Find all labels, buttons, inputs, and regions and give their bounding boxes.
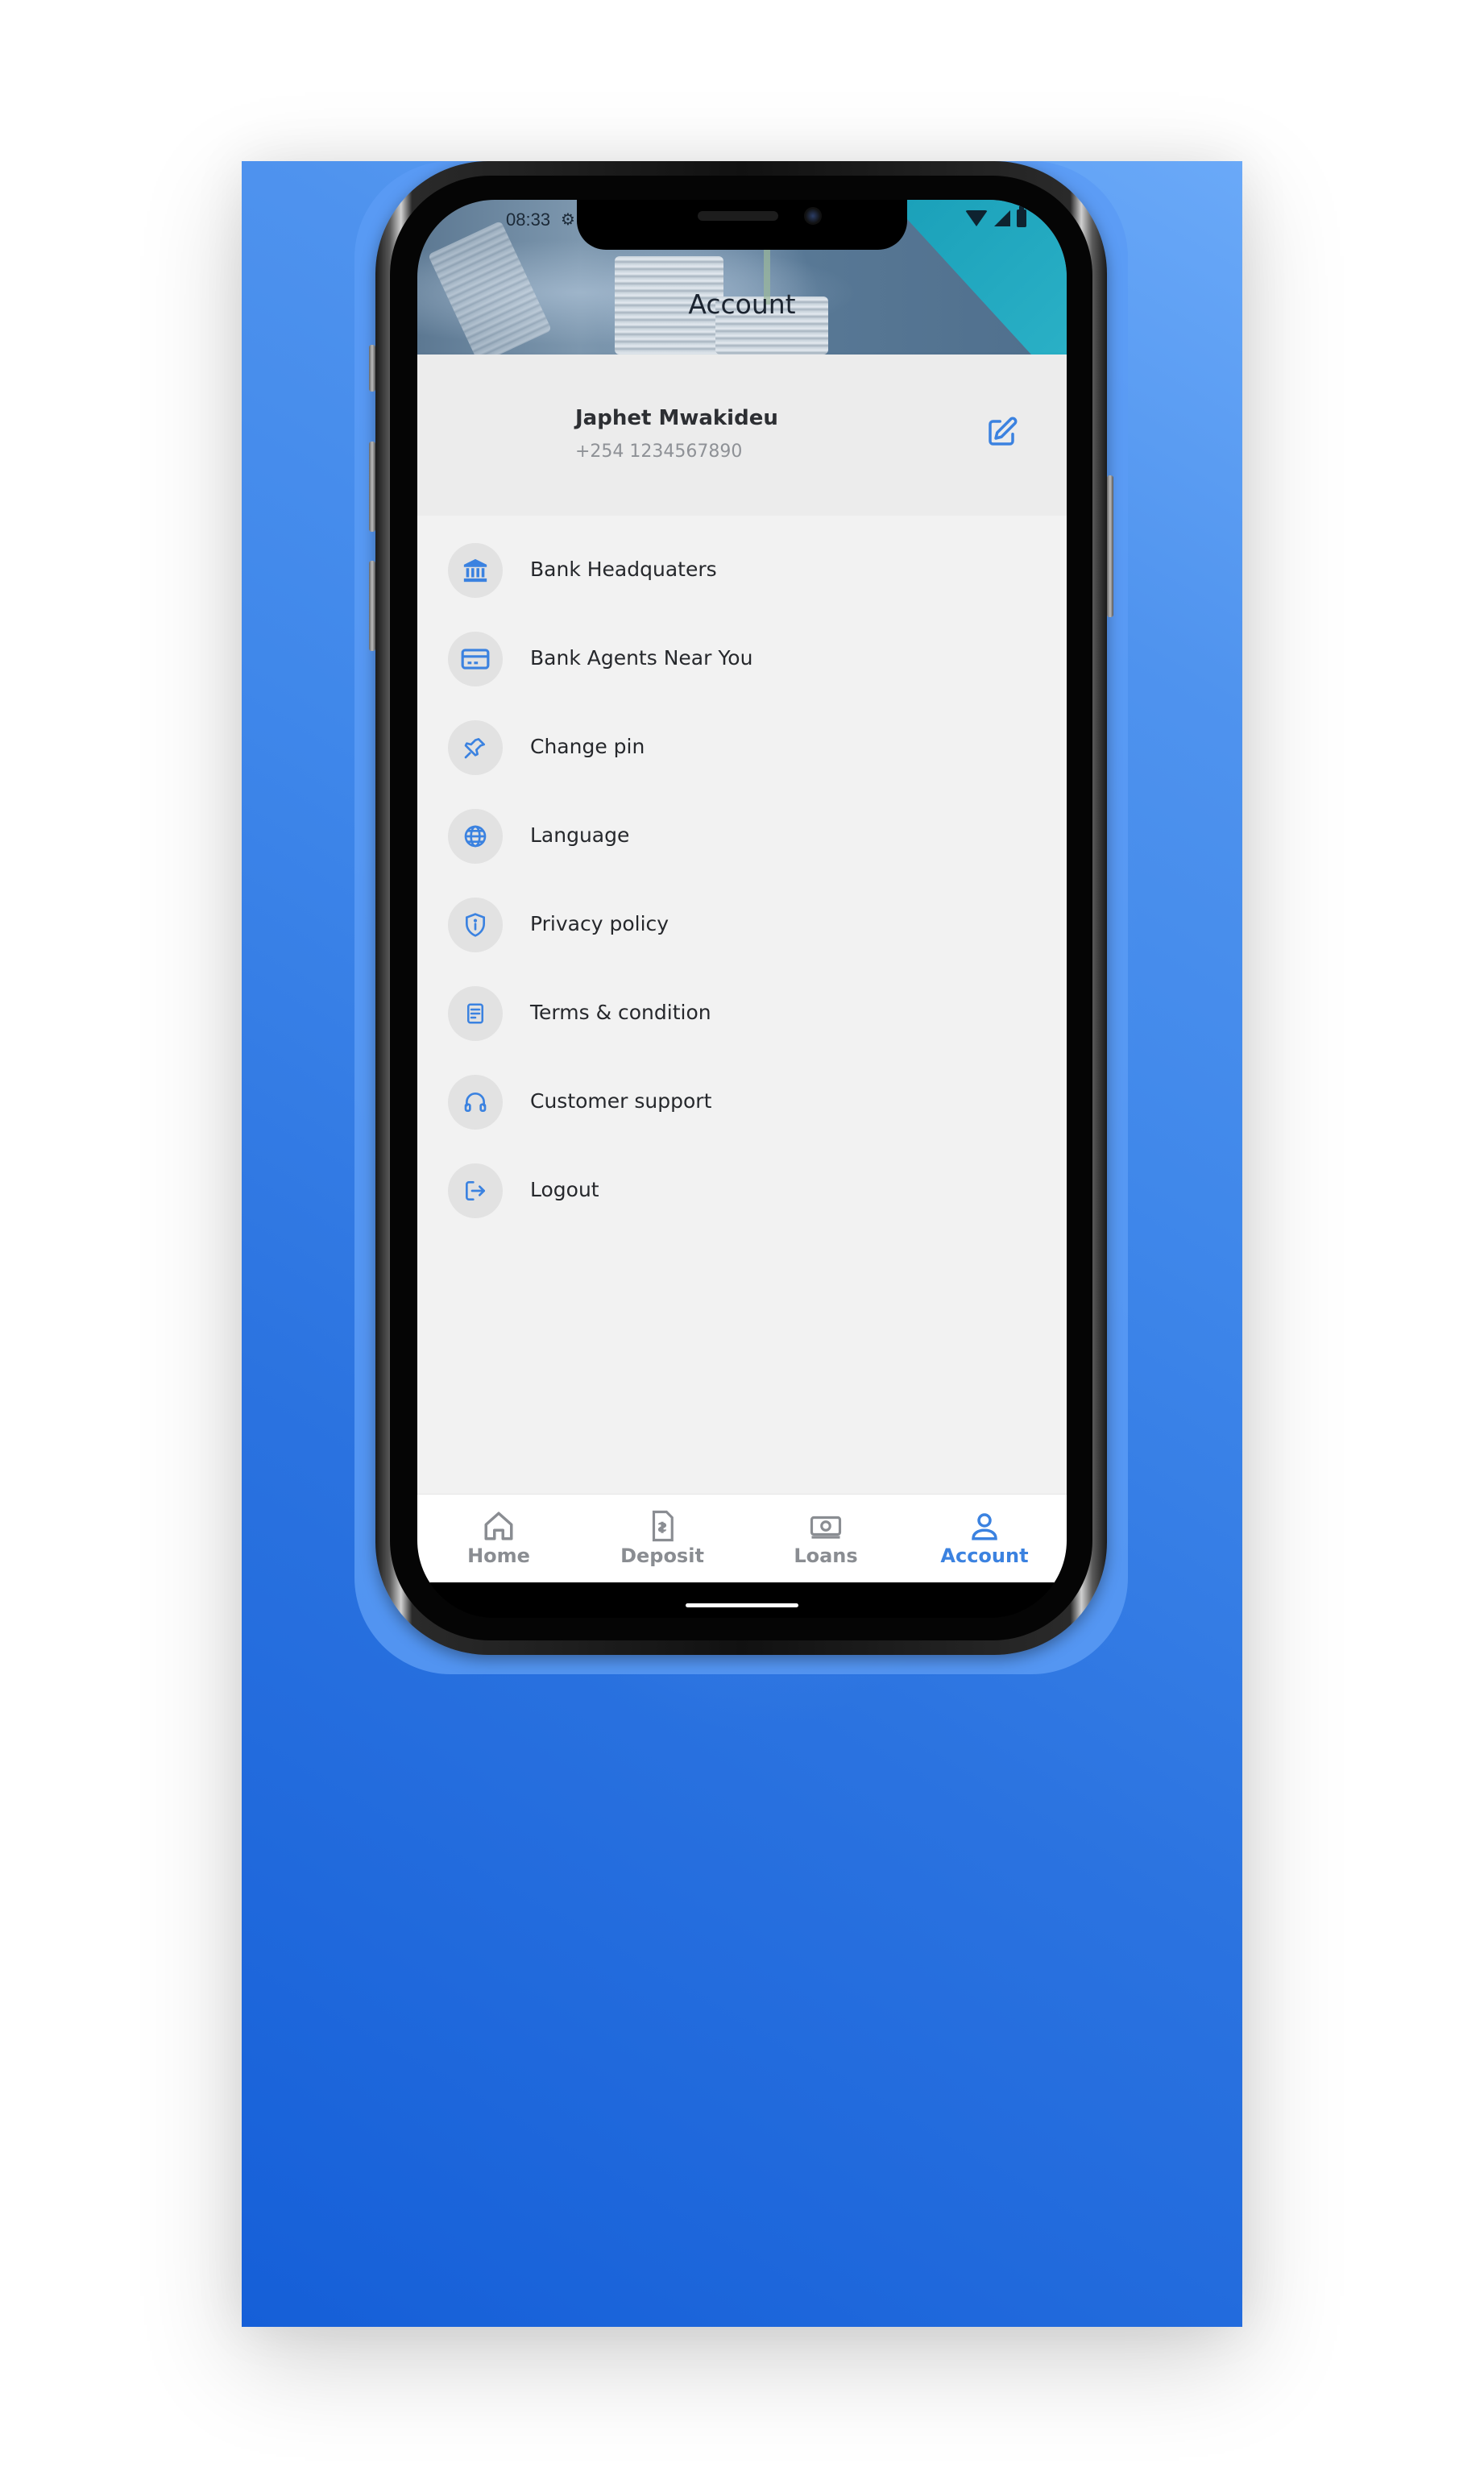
menu-item-privacy-policy[interactable]: Privacy policy [417,885,1067,965]
menu-item-label: Bank Headquaters [530,558,717,581]
document-icon [448,986,503,1041]
profile-name: Japhet Mwakideu [575,406,778,430]
gear-icon: ⚙ [561,209,575,229]
nav-label: Account [940,1545,1029,1567]
home-icon [484,1511,513,1540]
nav-label: Deposit [620,1545,704,1567]
menu-item-label: Bank Agents Near You [530,646,753,670]
account-menu-list: Bank Headquaters Bank Agents Near You Ch… [417,516,1067,1494]
signal-icon [994,210,1010,226]
profile-card: Japhet Mwakideu +254 1234567890 [417,355,1067,516]
menu-item-bank-headquarters[interactable]: Bank Headquaters [417,530,1067,611]
power-button [1107,475,1113,617]
home-indicator-area [417,1582,1067,1618]
user-icon [972,1513,997,1540]
background-card: 08:33 ⚙ Account Japhet Mwakideu +254 123… [242,161,1242,2327]
nav-tab-account[interactable]: Account [912,1504,1057,1582]
headset-icon [448,1075,503,1130]
menu-item-label: Customer support [530,1089,712,1113]
cash-icon [810,1516,842,1539]
nav-tab-home[interactable]: Home [426,1504,571,1582]
bottom-navigation: Home Deposit Loans Account [417,1494,1067,1583]
profile-phone: +254 1234567890 [575,442,743,462]
status-time: 08:33 [506,209,551,230]
nav-tab-loans[interactable]: Loans [753,1504,898,1582]
home-indicator[interactable] [686,1603,798,1607]
volume-up-button [369,442,375,532]
globe-icon [448,809,503,864]
menu-item-label: Language [530,823,630,847]
credit-card-icon [448,632,503,686]
menu-item-change-pin[interactable]: Change pin [417,707,1067,788]
phone-screen: 08:33 ⚙ Account Japhet Mwakideu +254 123… [417,200,1067,1618]
edit-icon [989,417,1018,446]
status-icons [965,206,1026,227]
menu-item-terms[interactable]: Terms & condition [417,973,1067,1054]
menu-item-label: Privacy policy [530,912,669,935]
volume-down-button [369,561,375,651]
wifi-icon [965,210,988,226]
speaker-grille [698,211,778,221]
front-camera [804,207,822,225]
phone-notch [577,200,907,250]
bank-icon [448,543,503,598]
menu-item-label: Logout [530,1178,599,1201]
pin-icon [448,720,503,775]
edit-profile-button[interactable] [984,416,1018,450]
nav-label: Home [467,1545,530,1567]
menu-item-customer-support[interactable]: Customer support [417,1062,1067,1142]
battery-icon [1017,206,1026,227]
menu-item-logout[interactable]: Logout [417,1151,1067,1231]
nav-tab-deposit[interactable]: Deposit [590,1504,735,1582]
deposit-icon [652,1510,674,1542]
menu-item-language[interactable]: Language [417,796,1067,877]
nav-label: Loans [794,1545,858,1567]
logout-icon [448,1163,503,1218]
menu-item-bank-agents[interactable]: Bank Agents Near You [417,619,1067,699]
silent-switch [369,345,375,392]
menu-item-label: Change pin [530,735,645,758]
page-title: Account [688,288,796,320]
page-canvas: 08:33 ⚙ Account Japhet Mwakideu +254 123… [0,0,1484,2488]
shield-icon [448,898,503,952]
menu-item-label: Terms & condition [530,1001,711,1024]
